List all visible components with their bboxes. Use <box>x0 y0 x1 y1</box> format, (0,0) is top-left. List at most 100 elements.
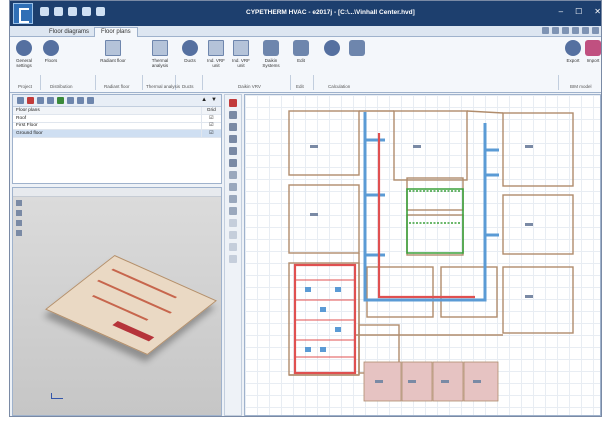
measure-icon[interactable] <box>229 123 237 131</box>
3d-view-panel[interactable] <box>12 187 222 416</box>
table-icon[interactable] <box>87 97 94 104</box>
new-floor-icon[interactable] <box>17 97 24 104</box>
general-settings-button[interactable]: General settings <box>11 40 37 68</box>
fit-icon[interactable] <box>16 230 22 236</box>
copy-floor-icon[interactable] <box>37 97 44 104</box>
walls <box>288 110 574 376</box>
close-icon[interactable]: ✕ <box>594 7 601 16</box>
grid-icon[interactable] <box>77 97 84 104</box>
duct-branch <box>365 138 385 257</box>
open-icon[interactable] <box>82 7 91 16</box>
col-grid: Grid <box>200 107 221 115</box>
search-icon[interactable] <box>562 27 569 34</box>
group-ducts: Ducts <box>182 84 194 89</box>
copy-icon[interactable] <box>229 135 237 143</box>
room-outline <box>502 194 574 255</box>
help-icon[interactable] <box>542 27 549 34</box>
import-icon <box>585 40 601 56</box>
building-3d-model <box>45 255 217 355</box>
group-thermal-analysis: Thermal analysis <box>146 84 181 89</box>
edit-floor-icon[interactable] <box>27 97 34 104</box>
grid-icon[interactable] <box>229 231 237 239</box>
table-row[interactable]: Roof ☑ <box>13 114 221 123</box>
arrow-up-icon[interactable]: ▲ <box>201 97 207 103</box>
floors-button[interactable]: Floors <box>38 40 64 63</box>
pencil-icon <box>293 40 309 56</box>
ind-vrf-unit-button[interactable]: Ind. VRF unit <box>228 40 254 68</box>
maximize-icon[interactable]: ☐ <box>575 7 582 16</box>
ducts-button[interactable]: Ducts <box>177 40 203 63</box>
print-icon[interactable] <box>96 7 105 16</box>
edit-button[interactable]: Edit <box>288 40 314 63</box>
select-icon[interactable] <box>229 111 237 119</box>
layer-icon[interactable] <box>229 159 237 167</box>
app-logo[interactable] <box>13 3 33 24</box>
unit-icon <box>233 40 249 56</box>
save-icon[interactable] <box>40 7 49 16</box>
ind-unit-label: Ind. VRF unit <box>207 58 225 68</box>
rotate-icon[interactable] <box>16 220 22 226</box>
room-outline <box>440 266 498 318</box>
fit-view-icon[interactable] <box>229 207 237 215</box>
group-bim-model: BIM model <box>570 84 592 89</box>
room-outline <box>406 177 464 211</box>
room-outline <box>288 184 360 254</box>
radiant-floor-button[interactable]: Radiant floor <box>100 40 126 63</box>
ortho-icon[interactable] <box>229 243 237 251</box>
import-button[interactable]: Import <box>580 40 601 63</box>
thermal-analysis-button[interactable]: Thermal analysis <box>147 40 173 68</box>
room-outline <box>502 266 574 334</box>
zoom-icon[interactable] <box>16 200 22 206</box>
model-pipe <box>111 268 178 299</box>
snap-icon[interactable] <box>229 219 237 227</box>
vertical-toolbar <box>224 94 242 416</box>
zoom-in-icon[interactable] <box>229 171 237 179</box>
info-icon[interactable] <box>552 27 559 34</box>
tab-floor-diagrams[interactable]: Floor diagrams <box>42 27 96 37</box>
calculation-button[interactable] <box>319 40 345 58</box>
room-outline <box>393 110 468 181</box>
unit-symbol <box>320 307 326 312</box>
export-label: Export <box>566 58 580 63</box>
redo-icon[interactable] <box>68 7 77 16</box>
zoom-out-icon[interactable] <box>229 183 237 191</box>
percent-button[interactable] <box>344 40 370 58</box>
edit-label: Edit <box>297 58 305 63</box>
link-icon[interactable] <box>582 27 589 34</box>
diffuser-symbol <box>473 380 481 383</box>
move-icon[interactable] <box>229 147 237 155</box>
green-circuit <box>406 188 464 254</box>
diffuser-symbol <box>375 380 383 383</box>
table-row[interactable]: Ground floor ☑ <box>13 129 221 138</box>
move-up-icon[interactable] <box>57 97 64 104</box>
group-distribution: Distribution <box>50 84 73 89</box>
settings-icon[interactable] <box>572 27 579 34</box>
export-icon <box>565 40 581 56</box>
daikin-systems-button[interactable]: Daikin Systems <box>258 40 284 68</box>
table-row[interactable]: First Floor ☑ <box>13 122 221 130</box>
group-calculation: Calculation <box>328 84 351 89</box>
3d-view-toolbar <box>13 188 221 197</box>
window-icon[interactable] <box>592 27 599 34</box>
pan-icon[interactable] <box>229 195 237 203</box>
app-window: CYPETHERM HVAC - e2017j - [C:\...\Vinhal… <box>9 0 602 417</box>
pan-icon[interactable] <box>16 210 22 216</box>
grid-checkbox[interactable]: ☑ <box>200 122 221 130</box>
floor-list-toolbar <box>13 95 221 107</box>
delete-icon[interactable] <box>229 99 237 107</box>
ind-unit-button[interactable]: Ind. VRF unit <box>203 40 229 68</box>
grid-checkbox[interactable]: ☑ <box>200 129 221 138</box>
undo-icon[interactable] <box>54 7 63 16</box>
floor-plan-canvas[interactable] <box>244 94 601 416</box>
model-unit <box>112 320 155 342</box>
delete-floor-icon[interactable] <box>47 97 54 104</box>
tab-floor-plans[interactable]: Floor plans <box>94 27 138 37</box>
gear-icon <box>16 40 32 56</box>
move-down-icon[interactable] <box>67 97 74 104</box>
arrow-down-icon[interactable]: ▼ <box>211 97 217 103</box>
grid-checkbox[interactable]: ☑ <box>200 114 221 123</box>
unit-icon <box>208 40 224 56</box>
minimize-icon[interactable]: – <box>559 7 563 16</box>
ribbon: General settings Floors Radiant floor Th… <box>10 37 601 93</box>
refresh-icon[interactable] <box>229 255 237 263</box>
